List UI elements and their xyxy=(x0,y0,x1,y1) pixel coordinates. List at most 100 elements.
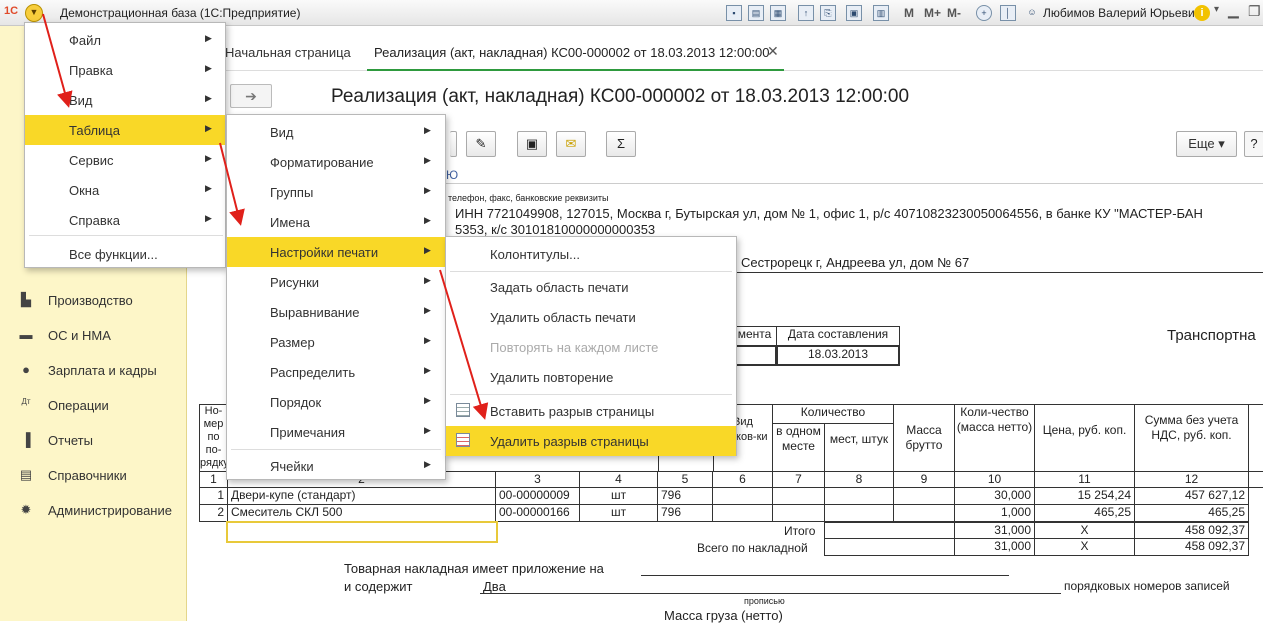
user-name[interactable]: Любимов Валерий Юрьевич xyxy=(1043,6,1201,20)
calendar-icon[interactable]: ▥ xyxy=(873,5,889,21)
cell-price[interactable]: 15 254,24 xyxy=(1034,487,1135,505)
header-sum: Сумма без учета НДС, руб. коп. xyxy=(1134,404,1249,472)
edit-icon[interactable]: ✎ xyxy=(466,131,496,157)
menu-item-size[interactable]: Размер ▶ xyxy=(227,327,445,357)
cell-empty[interactable] xyxy=(772,487,825,505)
sidebar-item-os-nma[interactable]: ▬ ОС и НМА xyxy=(0,318,187,352)
menu-item-all-functions[interactable]: Все функции... xyxy=(25,239,225,269)
vsego-sum: 458 092,37 xyxy=(1134,538,1249,556)
column-number: 8 xyxy=(824,471,894,488)
menu-item-notes[interactable]: Примечания ▶ xyxy=(227,417,445,447)
cell-code[interactable]: 00-00000166 xyxy=(495,504,580,522)
menu-item-remove-print-area[interactable]: Удалить область печати xyxy=(446,302,736,332)
menu-item-view[interactable]: Вид ▶ xyxy=(25,85,225,115)
restore-icon[interactable]: ❐ xyxy=(1248,3,1261,20)
cell-empty[interactable] xyxy=(893,504,955,522)
cell-empty[interactable] xyxy=(712,504,773,522)
help-button[interactable]: ? xyxy=(1244,131,1263,157)
cell-qty[interactable]: 1,000 xyxy=(954,504,1035,522)
menu-item-pictures[interactable]: Рисунки ▶ xyxy=(227,267,445,297)
menu-item-insert-page-break[interactable]: Вставить разрыв страницы xyxy=(446,396,736,426)
attach-icon[interactable]: ⎘ xyxy=(820,5,836,21)
cell-sum[interactable]: 457 627,12 xyxy=(1134,487,1249,505)
menu-item-view[interactable]: Вид ▶ xyxy=(227,117,445,147)
menu-item-edit[interactable]: Правка ▶ xyxy=(25,55,225,85)
menu-item-distribute[interactable]: Распределить ▶ xyxy=(227,357,445,387)
sidebar-item-label: Отчеты xyxy=(48,433,93,448)
menu-item-help[interactable]: Справка ▶ xyxy=(25,205,225,235)
cell-name[interactable]: Двери-купе (стандарт) xyxy=(227,487,496,505)
cell-unit[interactable]: шт xyxy=(579,504,658,522)
forward-button[interactable]: ➔ xyxy=(230,84,272,108)
save-doc-icon[interactable]: ▣ xyxy=(517,131,547,157)
info-icon[interactable]: i xyxy=(1194,5,1210,21)
cell-empty[interactable] xyxy=(772,504,825,522)
upload-icon[interactable]: ↑ xyxy=(798,5,814,21)
menu-item-order[interactable]: Порядок ▶ xyxy=(227,387,445,417)
toolbar-button-partial[interactable] xyxy=(450,131,457,157)
cell-empty[interactable] xyxy=(893,487,955,505)
sidebar-item-admin[interactable]: ✹ Администрирование xyxy=(0,493,187,527)
cell-unit[interactable]: шт xyxy=(579,487,658,505)
menu-item-label: Колонтитулы... xyxy=(490,247,580,262)
menu-item-table[interactable]: Таблица ▶ xyxy=(25,115,225,145)
menu-item-alignment[interactable]: Выравнивание ▶ xyxy=(227,297,445,327)
menu-item-print-settings[interactable]: Настройки печати ▶ xyxy=(227,237,445,267)
panel-icon[interactable]: │ xyxy=(1000,5,1016,21)
cell-empty[interactable] xyxy=(824,504,894,522)
tab-document[interactable]: Реализация (акт, накладная) КС00-000002 … xyxy=(367,37,784,71)
menu-item-headers-footers[interactable]: Колонтитулы... xyxy=(446,239,736,269)
link-fragment[interactable]: Ю xyxy=(446,168,458,182)
menu-item-delete-page-break[interactable]: Удалить разрыв страницы xyxy=(446,426,736,456)
sidebar-item-production[interactable]: ▙ Производство xyxy=(0,283,187,317)
minimize-icon[interactable]: ▁ xyxy=(1228,2,1239,19)
column-number: 5 xyxy=(657,471,713,488)
cell-okei[interactable]: 796 xyxy=(657,504,713,522)
menu-item-remove-repeat[interactable]: Удалить повторение xyxy=(446,362,736,392)
cell-price[interactable]: 465,25 xyxy=(1034,504,1135,522)
m-minus-button[interactable]: M- xyxy=(947,6,961,20)
more-button[interactable]: Еще ▾ xyxy=(1176,131,1237,157)
menu-item-groups[interactable]: Группы ▶ xyxy=(227,177,445,207)
chevron-right-icon: ▶ xyxy=(424,125,431,135)
menu-item-service[interactable]: Сервис ▶ xyxy=(25,145,225,175)
chevron-down-icon[interactable]: ▾ xyxy=(1214,4,1219,15)
main-menu-button[interactable]: ▼ xyxy=(25,4,43,22)
menu-item-names[interactable]: Имена ▶ xyxy=(227,207,445,237)
cell-sum[interactable]: 465,25 xyxy=(1134,504,1249,522)
tab-document-label: Реализация (акт, накладная) КС00-000002 … xyxy=(374,45,770,60)
cell-okei[interactable]: 796 xyxy=(657,487,713,505)
m-plus-button[interactable]: M+ xyxy=(924,6,941,20)
sidebar-item-reports[interactable]: ▐ Отчеты xyxy=(0,423,187,457)
print-icon[interactable]: ▤ xyxy=(748,5,764,21)
save-icon[interactable]: ▪ xyxy=(726,5,742,21)
sidebar-item-operations[interactable]: Дт Операции xyxy=(0,388,187,422)
menu-item-file[interactable]: Файл ▶ xyxy=(25,25,225,55)
sum-icon[interactable]: Σ xyxy=(606,131,636,157)
zoom-icon[interactable]: + xyxy=(976,5,992,21)
cell-empty[interactable] xyxy=(712,487,773,505)
tab-home[interactable]: Начальная страница xyxy=(225,45,351,60)
email-icon[interactable]: ✉ xyxy=(556,131,586,157)
cell-n[interactable]: 2 xyxy=(199,504,228,522)
preview-icon[interactable]: ▦ xyxy=(770,5,786,21)
selected-cell[interactable] xyxy=(226,521,498,543)
sidebar-item-catalogs[interactable]: ▤ Справочники xyxy=(0,458,187,492)
menu-item-windows[interactable]: Окна ▶ xyxy=(25,175,225,205)
m-button[interactable]: M xyxy=(904,6,914,20)
menu-item-set-print-area[interactable]: Задать область печати xyxy=(446,272,736,302)
cell-code[interactable]: 00-00000009 xyxy=(495,487,580,505)
chevron-right-icon: ▶ xyxy=(424,245,431,255)
chevron-right-icon: ▶ xyxy=(424,155,431,165)
more-button-label: Еще xyxy=(1188,136,1215,151)
table-submenu: Вид ▶ Форматирование ▶ Группы ▶ Имена ▶ Настройк… xyxy=(226,114,446,480)
menu-item-format[interactable]: Форматирование ▶ xyxy=(227,147,445,177)
cell-name[interactable]: Смеситель СКЛ 500 xyxy=(227,504,496,522)
close-icon[interactable]: ✕ xyxy=(767,43,779,60)
menu-item-cells[interactable]: Ячейки ▶ xyxy=(227,451,445,481)
sidebar-item-salary[interactable]: ● Зарплата и кадры xyxy=(0,353,187,387)
cell-qty[interactable]: 30,000 xyxy=(954,487,1035,505)
cell-empty[interactable] xyxy=(824,487,894,505)
calculator-icon[interactable]: ▣ xyxy=(846,5,862,21)
cell-n[interactable]: 1 xyxy=(199,487,228,505)
